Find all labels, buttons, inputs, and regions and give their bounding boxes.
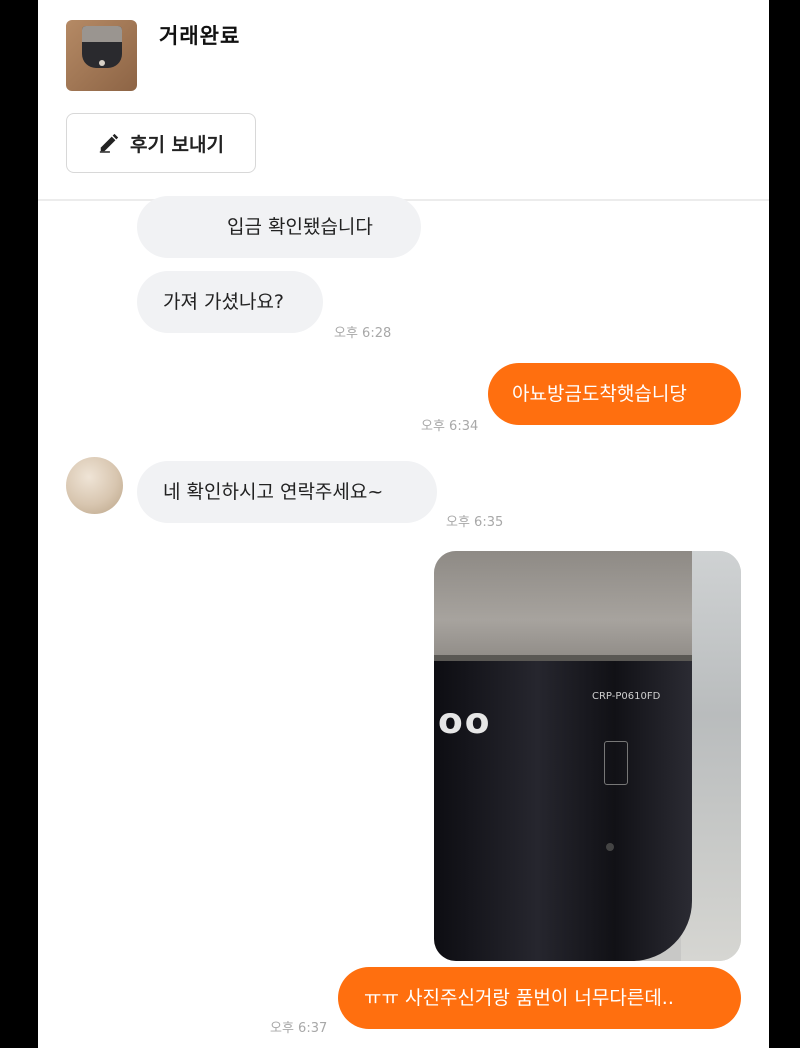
message-text: 네 확인하시고 연락주세요~ bbox=[163, 481, 384, 503]
trade-status-title: 거래완료 bbox=[159, 24, 241, 48]
rice-cooker-indicator bbox=[606, 843, 614, 851]
rice-cooker-lid bbox=[434, 551, 692, 666]
product-thumbnail[interactable] bbox=[66, 20, 137, 91]
rice-cooker-photo[interactable]: oo CRP-P0610FD bbox=[434, 551, 741, 961]
pencil-icon bbox=[99, 133, 119, 153]
send-review-button[interactable]: 후기 보내기 bbox=[66, 113, 256, 173]
incoming-message-bubble: 가져 가셨나요? bbox=[137, 271, 323, 333]
message-text: 가져 가셨나요? bbox=[163, 291, 285, 313]
rice-cooker-control-panel bbox=[604, 741, 628, 785]
message-text: 입금 확인됐습니다 bbox=[227, 216, 373, 238]
partner-avatar[interactable] bbox=[66, 457, 123, 514]
rice-cooker-thumbnail-lid bbox=[82, 26, 122, 42]
send-review-label: 후기 보내기 bbox=[129, 133, 224, 156]
rice-cooker-brand-text: oo bbox=[438, 701, 492, 742]
incoming-message-bubble: 네 확인하시고 연락주세요~ bbox=[137, 461, 437, 523]
rice-cooker-thumbnail-button bbox=[99, 60, 105, 66]
rice-cooker-model-text: CRP-P0610FD bbox=[592, 691, 661, 702]
rice-cooker-rim bbox=[434, 655, 692, 661]
message-time: 오후 6:34 bbox=[421, 419, 479, 434]
message-time: 오후 6:35 bbox=[446, 515, 504, 530]
message-time: 오후 6:28 bbox=[334, 326, 392, 341]
message-text: ㅠㅠ 사진주신거랑 품번이 너무다른데.. bbox=[364, 987, 674, 1009]
chat-screen: 거래완료 후기 보내기 입금 확인됐습니다 가져 가셨나요? 오후 6:28 아… bbox=[38, 0, 769, 1048]
message-time: 오후 6:37 bbox=[270, 1021, 328, 1036]
message-text: 아뇨방금도착햇습니당 bbox=[512, 383, 687, 405]
incoming-message-bubble: 입금 확인됐습니다 bbox=[137, 196, 421, 258]
outgoing-message-bubble: 아뇨방금도착햇습니당 bbox=[488, 363, 741, 425]
outgoing-message-bubble: ㅠㅠ 사진주신거랑 품번이 너무다른데.. bbox=[338, 967, 741, 1029]
